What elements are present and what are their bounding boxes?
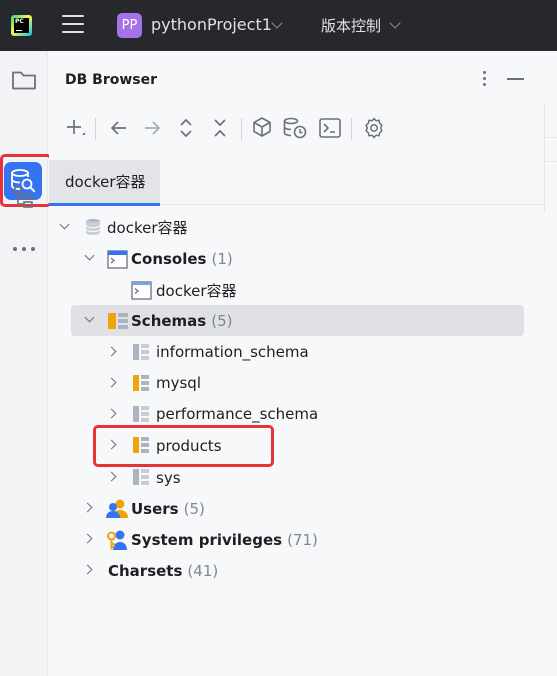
tree-schema-item[interactable]: mysql [156, 369, 201, 397]
privileges-icon [107, 530, 127, 550]
panel-toolbar [49, 111, 544, 144]
toolbar-separator [351, 118, 352, 140]
tree-schemas[interactable]: Schemas (5) [131, 307, 232, 335]
project-name[interactable]: pythonProject1 [151, 15, 272, 35]
schema-icon-gray [133, 344, 149, 360]
options-menu-icon[interactable] [478, 69, 490, 89]
db-history-icon[interactable] [282, 115, 308, 141]
add-icon[interactable] [62, 115, 88, 141]
tree-root-connection[interactable]: docker容器 [107, 213, 188, 241]
tree-console-item[interactable]: docker容器 [156, 276, 237, 304]
toolbar-separator [241, 118, 242, 140]
main-menu-icon[interactable] [62, 15, 84, 35]
tab-label: docker容器 [65, 173, 146, 191]
tool-window-strip [0, 51, 52, 676]
tab-active-indicator [49, 203, 160, 206]
tree-schema-item[interactable]: sys [156, 464, 181, 492]
toolbar-separator [95, 118, 96, 140]
object-properties-icon[interactable] [249, 115, 275, 141]
schema-icon-gray [133, 406, 149, 422]
tree-consoles[interactable]: Consoles (1) [131, 245, 233, 273]
schema-icon-gray [133, 469, 149, 485]
panel-title: DB Browser [65, 72, 158, 88]
collapse-all-icon[interactable] [207, 115, 233, 141]
project-badge[interactable]: PP [117, 13, 142, 38]
vcs-menu[interactable]: 版本控制 [321, 16, 381, 36]
tree-charsets[interactable]: Charsets (41) [108, 557, 218, 585]
database-icon [85, 219, 101, 235]
tree-schema-item[interactable]: performance_schema [156, 400, 318, 428]
forward-arrow-icon[interactable] [139, 115, 165, 141]
expand-all-icon[interactable] [173, 115, 199, 141]
products-highlight-box [93, 425, 274, 467]
console-item-icon [131, 281, 152, 300]
project-chevron-down-icon[interactable] [271, 17, 283, 29]
tree-system-privileges[interactable]: System privileges (71) [131, 526, 318, 554]
structure-icon[interactable] [9, 182, 39, 212]
console-icon[interactable] [317, 115, 343, 141]
folder-icon[interactable] [9, 65, 39, 95]
connection-tabs: docker容器 [49, 160, 544, 206]
pycharm-logo-icon[interactable]: PC [11, 15, 32, 36]
settings-icon[interactable] [361, 115, 387, 141]
users-icon [106, 499, 128, 518]
schemas-icon [108, 313, 128, 329]
tab-docker-connection[interactable]: docker容器 [49, 160, 160, 206]
vcs-chevron-down-icon[interactable] [389, 17, 401, 29]
title-bar: PC PP pythonProject1 版本控制 [0, 0, 557, 51]
editor-edge [544, 103, 557, 213]
tree-schema-item[interactable]: information_schema [156, 338, 309, 366]
consoles-icon [107, 250, 128, 269]
tree-users[interactable]: Users (5) [131, 495, 205, 523]
more-icon[interactable] [9, 234, 39, 264]
schema-icon-orange [133, 375, 149, 391]
back-arrow-icon[interactable] [106, 115, 132, 141]
minimize-icon[interactable] [507, 78, 524, 80]
